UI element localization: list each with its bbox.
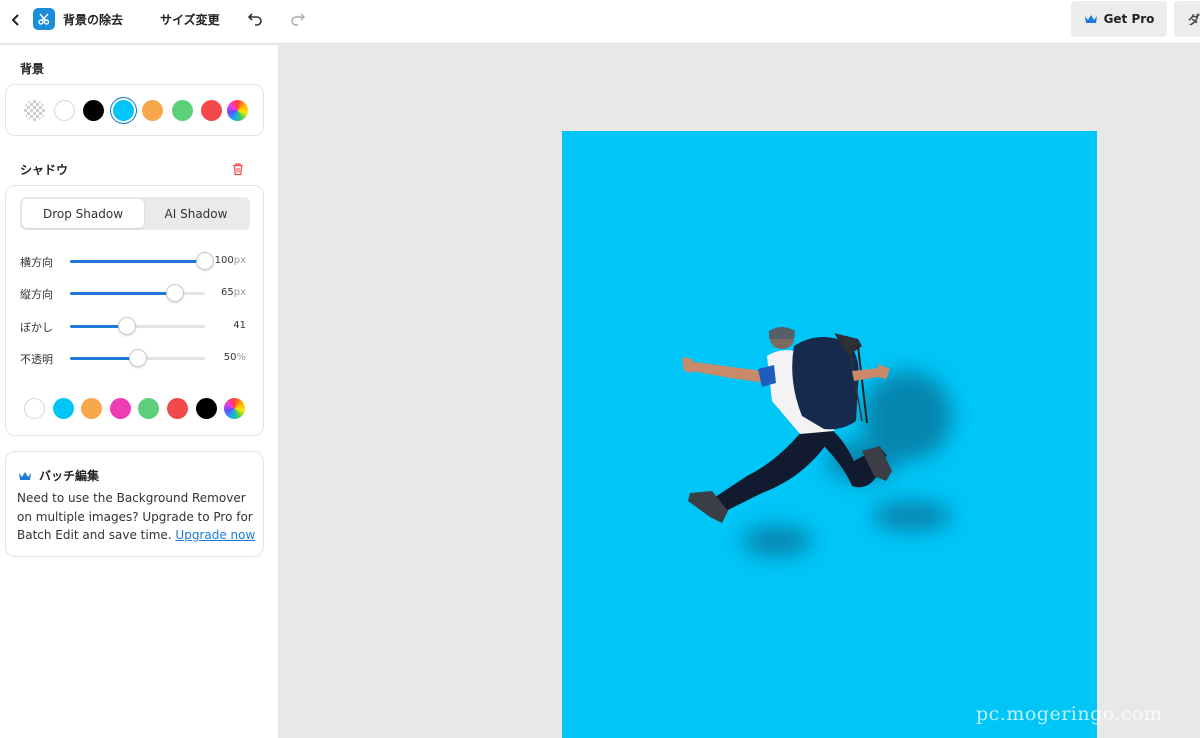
slider-label: 横方向 xyxy=(20,256,53,269)
slider-value: 50% xyxy=(223,352,246,363)
shadow-type-toggle: Drop Shadow AI Shadow xyxy=(20,197,250,230)
app-title: 背景の除去 xyxy=(63,13,124,27)
slider-blur: ぼかし 41 xyxy=(6,316,263,336)
slider-thumb[interactable] xyxy=(117,317,136,335)
swatch-blue-selected[interactable] xyxy=(113,100,134,121)
redo-icon[interactable] xyxy=(289,10,307,28)
slider-value: 100px xyxy=(214,255,246,266)
batch-edit-text: Need to use the Background Remover on mu… xyxy=(17,491,256,542)
batch-edit-card: バッチ編集 Need to use the Background Remover… xyxy=(5,451,264,557)
tab-ai-shadow[interactable]: AI Shadow xyxy=(144,199,248,228)
get-pro-button[interactable]: Get Pro xyxy=(1071,1,1167,37)
background-swatch-card xyxy=(5,84,264,136)
crown-icon xyxy=(19,471,31,480)
slider-fill xyxy=(70,260,205,263)
slider-track[interactable] xyxy=(70,349,205,367)
slider-fill xyxy=(70,292,176,295)
swatch-transparent[interactable] xyxy=(24,100,45,121)
get-pro-label: Get Pro xyxy=(1103,12,1155,26)
slider-track[interactable] xyxy=(70,284,205,302)
slider-track[interactable] xyxy=(70,252,214,270)
image-canvas[interactable] xyxy=(562,131,1097,738)
tab-drop-shadow[interactable]: Drop Shadow xyxy=(22,199,144,228)
slider-label: 縦方向 xyxy=(20,288,53,301)
swatch-orange[interactable] xyxy=(142,100,163,121)
shadow-swatch-orange[interactable] xyxy=(81,398,102,419)
back-arrow-icon[interactable] xyxy=(6,10,26,30)
slider-label: ぼかし xyxy=(20,321,53,334)
swatch-white[interactable] xyxy=(54,100,75,121)
shadow-section-title: シャドウ xyxy=(20,163,69,177)
slider-label: 不透明 xyxy=(20,353,53,366)
trash-icon[interactable] xyxy=(231,161,245,176)
swatch-black[interactable] xyxy=(83,100,104,121)
slider-vertical: 縦方向 65px xyxy=(6,283,263,303)
swatch-rainbow[interactable] xyxy=(227,100,248,121)
slider-thumb[interactable] xyxy=(128,349,147,367)
shadow-swatch-black[interactable] xyxy=(196,398,217,419)
top-bar: 背景の除去 サイズ変更 Get Pro ダ xyxy=(0,0,1200,44)
jumping-person-image xyxy=(682,327,952,556)
shadow-swatch-red[interactable] xyxy=(167,398,188,419)
slider-fill xyxy=(70,357,138,360)
slider-thumb[interactable] xyxy=(196,252,214,270)
scissors-app-icon xyxy=(33,8,55,30)
crown-icon xyxy=(1084,15,1097,23)
shadow-swatch-magenta[interactable] xyxy=(110,398,131,419)
slider-opacity: 不透明 50% xyxy=(6,348,263,368)
shadow-swatch-rainbow[interactable] xyxy=(224,398,245,419)
shadow-swatch-blue[interactable] xyxy=(53,398,74,419)
slider-horizontal: 横方向 100px xyxy=(6,251,263,271)
slider-value: 41 xyxy=(233,320,246,331)
upgrade-now-link[interactable]: Upgrade now xyxy=(175,528,255,542)
slider-value: 65px xyxy=(221,287,246,298)
download-button[interactable]: ダ xyxy=(1174,1,1200,37)
batch-edit-title: バッチ編集 xyxy=(18,467,99,484)
swatch-green[interactable] xyxy=(172,100,193,121)
undo-icon[interactable] xyxy=(246,10,264,28)
watermark-text: pc.mogeringo.com xyxy=(976,703,1163,725)
resize-button[interactable]: サイズ変更 xyxy=(160,11,220,28)
swatch-red[interactable] xyxy=(201,100,222,121)
sidebar: 背景 シャドウ Drop Shadow AI Shadow 横方向 100px xyxy=(0,45,279,738)
shadow-card: Drop Shadow AI Shadow 横方向 100px 縦方向 65px… xyxy=(5,185,264,436)
shadow-swatch-white[interactable] xyxy=(24,398,45,419)
background-section-title: 背景 xyxy=(20,62,45,76)
shadow-swatch-green[interactable] xyxy=(138,398,159,419)
slider-track[interactable] xyxy=(70,317,205,335)
slider-thumb[interactable] xyxy=(166,284,185,302)
